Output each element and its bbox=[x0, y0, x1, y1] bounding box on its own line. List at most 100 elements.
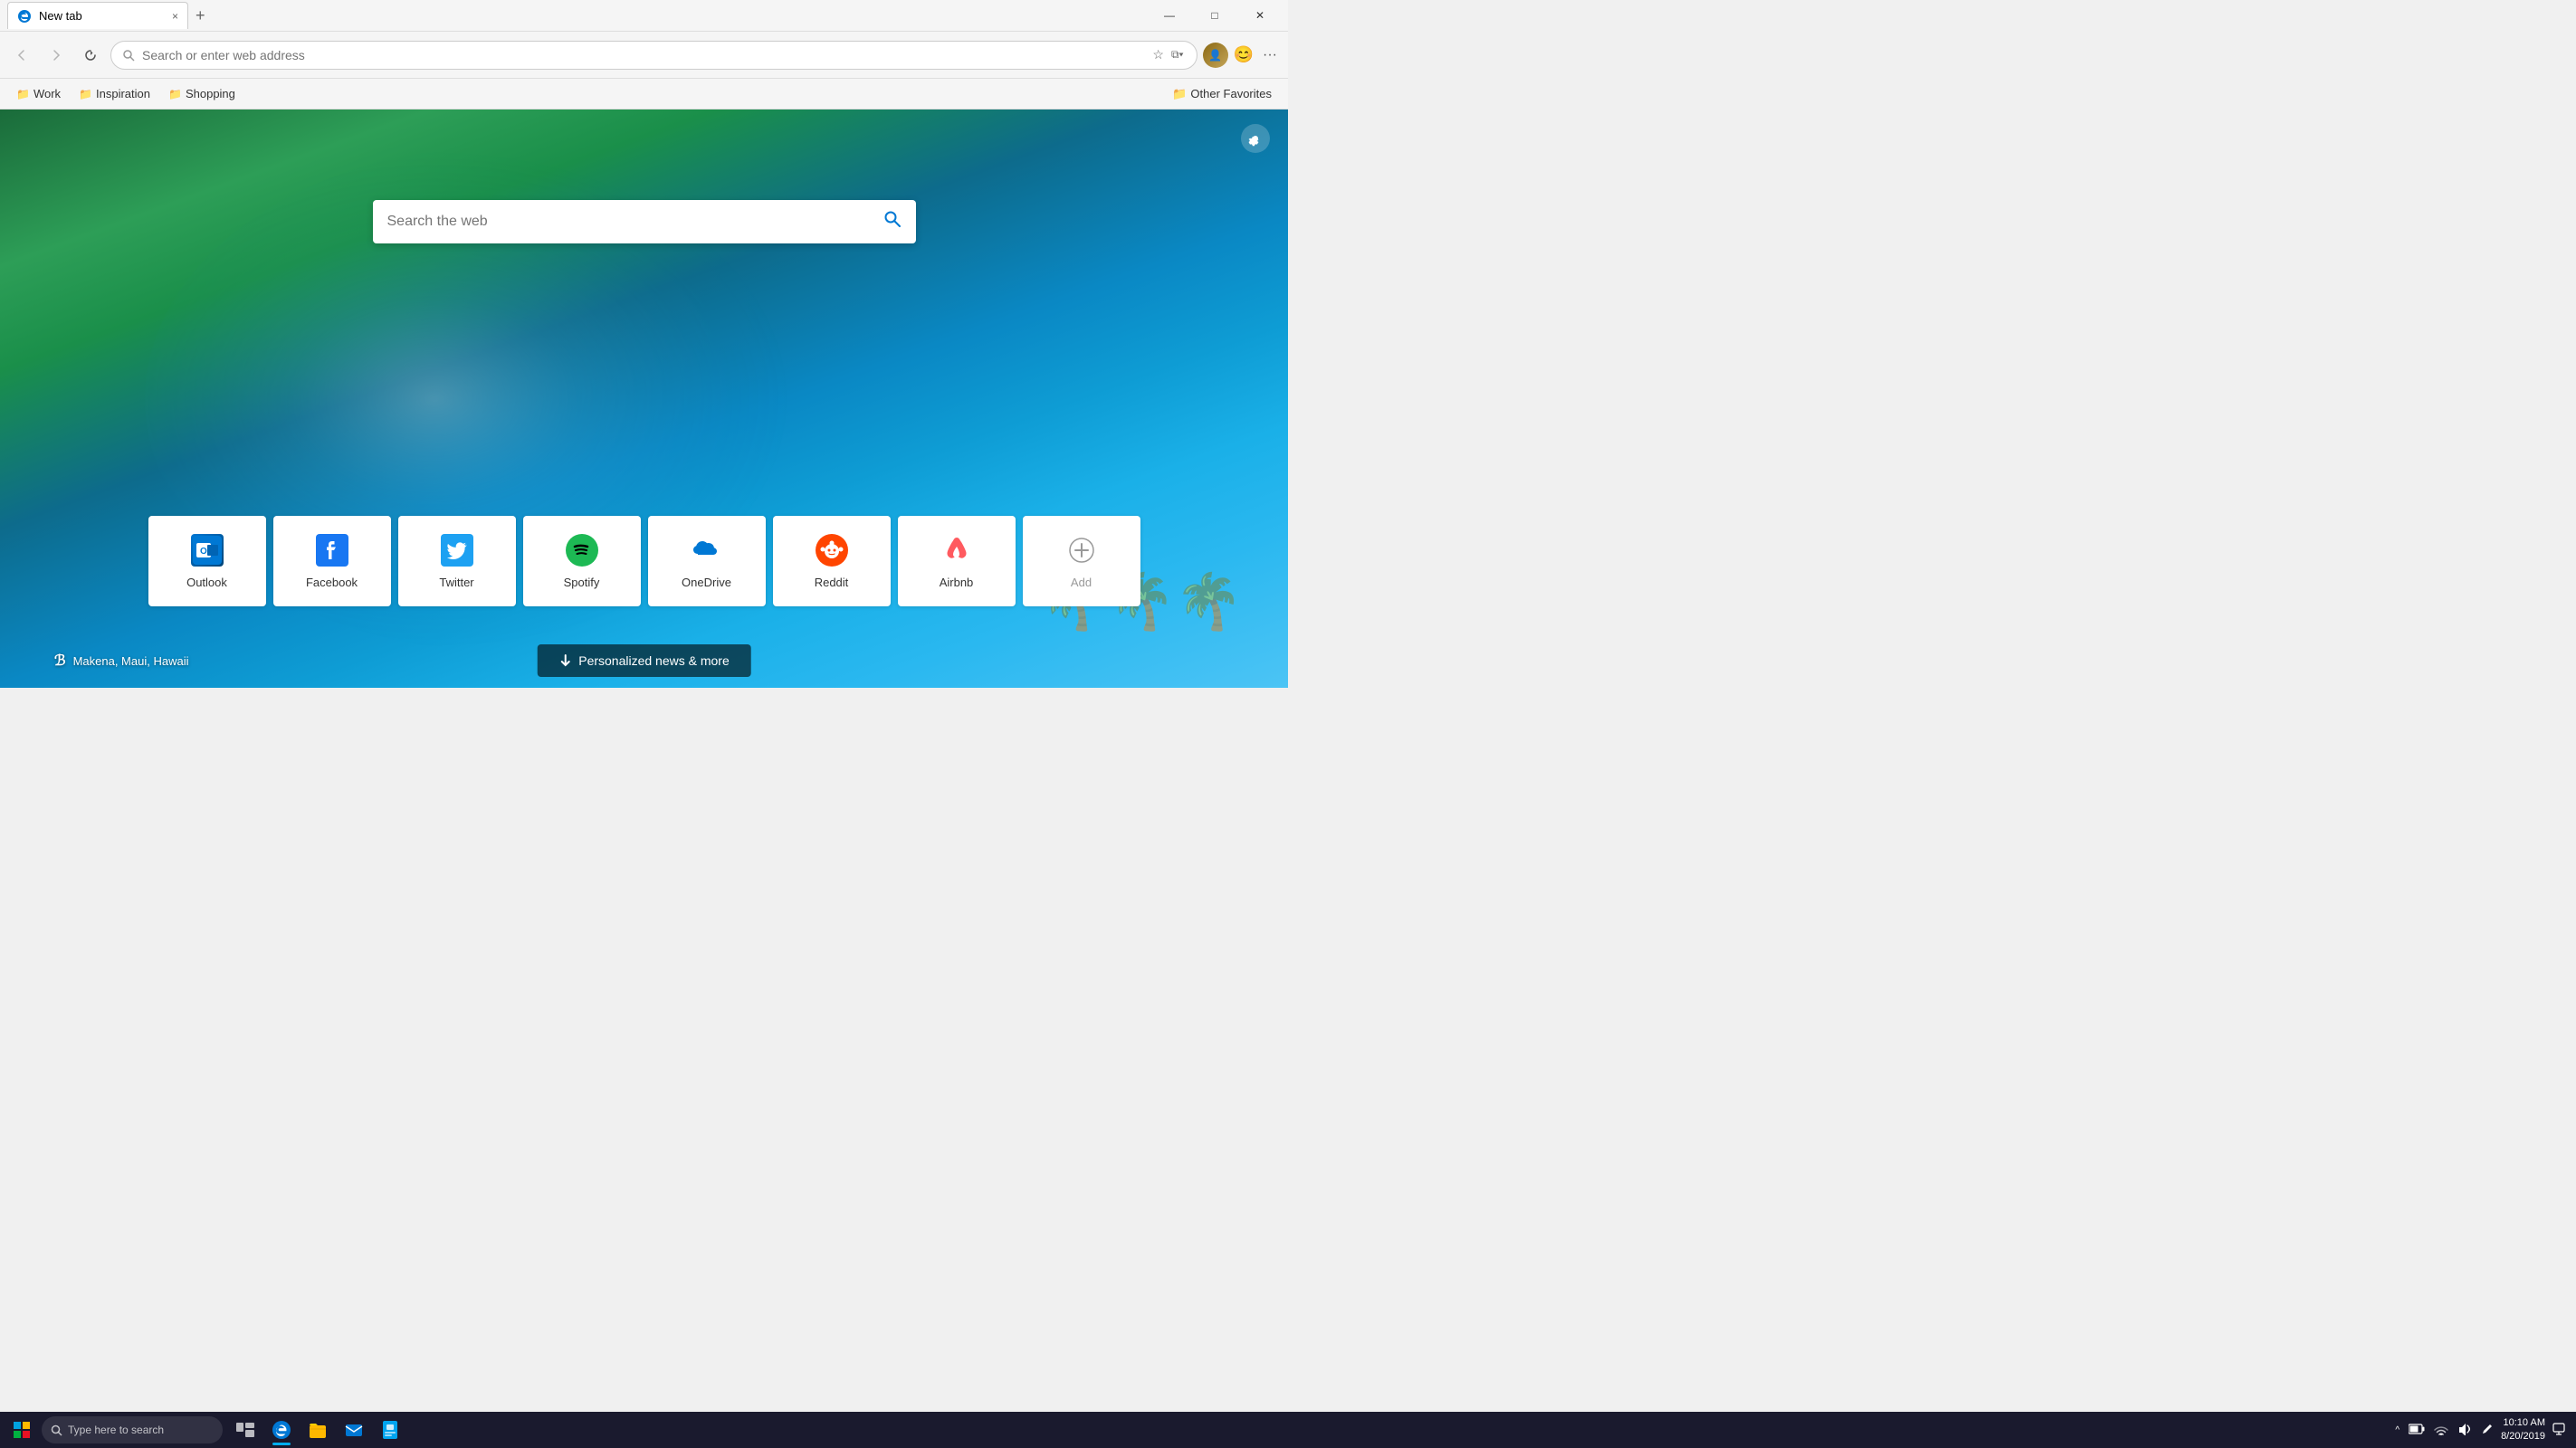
quick-link-facebook[interactable]: Facebook bbox=[273, 516, 391, 606]
taskbar-right: ^ bbox=[2391, 1416, 2572, 1444]
battery-icon[interactable] bbox=[2405, 1420, 2428, 1441]
back-icon bbox=[15, 49, 28, 62]
tab-close-btn[interactable]: × bbox=[172, 10, 178, 23]
onedrive-icon bbox=[691, 534, 723, 567]
facebook-icon bbox=[316, 534, 348, 567]
bookmark-shopping[interactable]: 📁 Shopping bbox=[161, 83, 243, 104]
address-bar[interactable]: ☆ ⧉▾ bbox=[110, 41, 1197, 70]
search-container bbox=[373, 200, 916, 243]
taskbar-search-placeholder: Type here to search bbox=[68, 1424, 164, 1436]
pen-icon[interactable] bbox=[2477, 1419, 2497, 1442]
bookmark-work[interactable]: 📁 Work bbox=[9, 83, 68, 104]
bookmark-shopping-label: Shopping bbox=[186, 87, 235, 100]
quick-link-airbnb[interactable]: Airbnb bbox=[898, 516, 1016, 606]
bookmarks-right: 📁 Other Favorites bbox=[1165, 83, 1279, 105]
forward-button[interactable] bbox=[42, 41, 71, 70]
other-favorites-label: Other Favorites bbox=[1190, 87, 1272, 100]
taskbar-store[interactable] bbox=[373, 1413, 407, 1447]
quick-link-twitter[interactable]: Twitter bbox=[398, 516, 516, 606]
search-submit-button[interactable] bbox=[883, 210, 902, 233]
quick-link-airbnb-label: Airbnb bbox=[940, 576, 974, 589]
pen-indicator bbox=[2481, 1423, 2494, 1435]
folder-icon: 📁 bbox=[168, 88, 182, 100]
start-button[interactable] bbox=[4, 1412, 40, 1448]
window-controls: — □ ✕ bbox=[1149, 0, 1281, 32]
active-tab[interactable]: New tab × bbox=[7, 2, 188, 29]
navigation-bar: ☆ ⧉▾ 👤 😊 ··· bbox=[0, 32, 1288, 79]
quick-link-add[interactable]: Add bbox=[1023, 516, 1140, 606]
quick-link-twitter-label: Twitter bbox=[439, 576, 473, 589]
windows-icon bbox=[14, 1422, 30, 1438]
bing-logo: ℬ bbox=[54, 652, 66, 670]
emoji-button[interactable]: 😊 bbox=[1234, 45, 1254, 64]
spotify-icon bbox=[566, 534, 598, 567]
settings-gear-button[interactable] bbox=[1241, 124, 1270, 153]
search-icon bbox=[122, 49, 135, 62]
twitter-icon bbox=[441, 534, 473, 567]
tab-area: New tab × + bbox=[7, 0, 1149, 31]
address-input[interactable] bbox=[142, 48, 1143, 62]
taskview-icon bbox=[236, 1423, 254, 1437]
other-favorites[interactable]: 📁 Other Favorites bbox=[1165, 83, 1279, 105]
clock[interactable]: 10:10 AM 8/20/2019 bbox=[2501, 1416, 2545, 1444]
close-button[interactable]: ✕ bbox=[1239, 0, 1281, 32]
quick-link-reddit[interactable]: Reddit bbox=[773, 516, 891, 606]
taskbar-taskview[interactable] bbox=[228, 1413, 262, 1447]
quick-link-outlook[interactable]: O Outlook bbox=[148, 516, 266, 606]
quick-link-add-label: Add bbox=[1071, 576, 1092, 589]
minimize-button[interactable]: — bbox=[1149, 0, 1190, 32]
maximize-button[interactable]: □ bbox=[1194, 0, 1236, 32]
bookmarks-bar: 📁 Work 📁 Inspiration 📁 Shopping 📁 Other … bbox=[0, 79, 1288, 110]
system-tray: ^ bbox=[2391, 1419, 2497, 1442]
collections-icon[interactable]: ⧉▾ bbox=[1169, 46, 1186, 63]
search-submit-icon bbox=[883, 210, 902, 228]
taskbar-mail[interactable] bbox=[337, 1413, 371, 1447]
action-center-button[interactable] bbox=[2549, 1419, 2569, 1442]
address-icons: ☆ ⧉▾ bbox=[1150, 45, 1185, 64]
taskbar-explorer[interactable] bbox=[301, 1413, 335, 1447]
taskbar: Type here to search bbox=[0, 1412, 2576, 1448]
title-bar: New tab × + — □ ✕ bbox=[0, 0, 1288, 32]
main-content: 🌴🌴🌴 O bbox=[0, 110, 1288, 688]
add-icon bbox=[1065, 534, 1098, 567]
notification-icon bbox=[2552, 1423, 2565, 1435]
quick-link-onedrive-label: OneDrive bbox=[682, 576, 731, 589]
explorer-icon bbox=[308, 1420, 328, 1440]
bookmark-work-label: Work bbox=[33, 87, 61, 100]
show-hidden-icons-button[interactable]: ^ bbox=[2391, 1422, 2403, 1439]
network-icon[interactable] bbox=[2430, 1419, 2452, 1442]
taskbar-search-box[interactable]: Type here to search bbox=[42, 1416, 223, 1443]
quick-link-reddit-label: Reddit bbox=[815, 576, 849, 589]
taskbar-apps bbox=[228, 1413, 407, 1447]
new-tab-button[interactable]: + bbox=[188, 6, 213, 25]
refresh-button[interactable] bbox=[76, 41, 105, 70]
reddit-icon bbox=[816, 534, 848, 567]
bing-info: ℬ Makena, Maui, Hawaii bbox=[54, 652, 188, 670]
quick-link-onedrive[interactable]: OneDrive bbox=[648, 516, 766, 606]
refresh-icon bbox=[84, 49, 97, 62]
current-time: 10:10 AM bbox=[2501, 1416, 2545, 1430]
personalized-news-button[interactable]: Personalized news & more bbox=[537, 644, 751, 677]
folder-icon: 📁 bbox=[1172, 87, 1187, 101]
web-search-input[interactable] bbox=[387, 214, 883, 230]
quick-link-outlook-label: Outlook bbox=[186, 576, 227, 589]
bookmark-inspiration[interactable]: 📁 Inspiration bbox=[72, 83, 157, 104]
back-button[interactable] bbox=[7, 41, 36, 70]
profile-avatar[interactable]: 👤 bbox=[1203, 43, 1228, 68]
location-label: Makena, Maui, Hawaii bbox=[73, 654, 189, 668]
store-icon bbox=[380, 1420, 400, 1440]
mail-icon bbox=[344, 1420, 364, 1440]
favorites-icon[interactable]: ☆ bbox=[1150, 45, 1166, 64]
volume-icon[interactable] bbox=[2454, 1419, 2476, 1442]
quick-link-spotify[interactable]: Spotify bbox=[523, 516, 641, 606]
forward-icon bbox=[50, 49, 62, 62]
tab-label: New tab bbox=[39, 9, 82, 23]
more-button[interactable]: ··· bbox=[1259, 43, 1281, 67]
folder-icon: 📁 bbox=[79, 88, 92, 100]
arrow-down-icon bbox=[558, 654, 571, 667]
taskbar-edge[interactable] bbox=[264, 1413, 299, 1447]
battery-indicator bbox=[2409, 1424, 2425, 1434]
folder-icon: 📁 bbox=[16, 88, 30, 100]
search-box bbox=[373, 200, 916, 243]
quick-link-spotify-label: Spotify bbox=[564, 576, 600, 589]
